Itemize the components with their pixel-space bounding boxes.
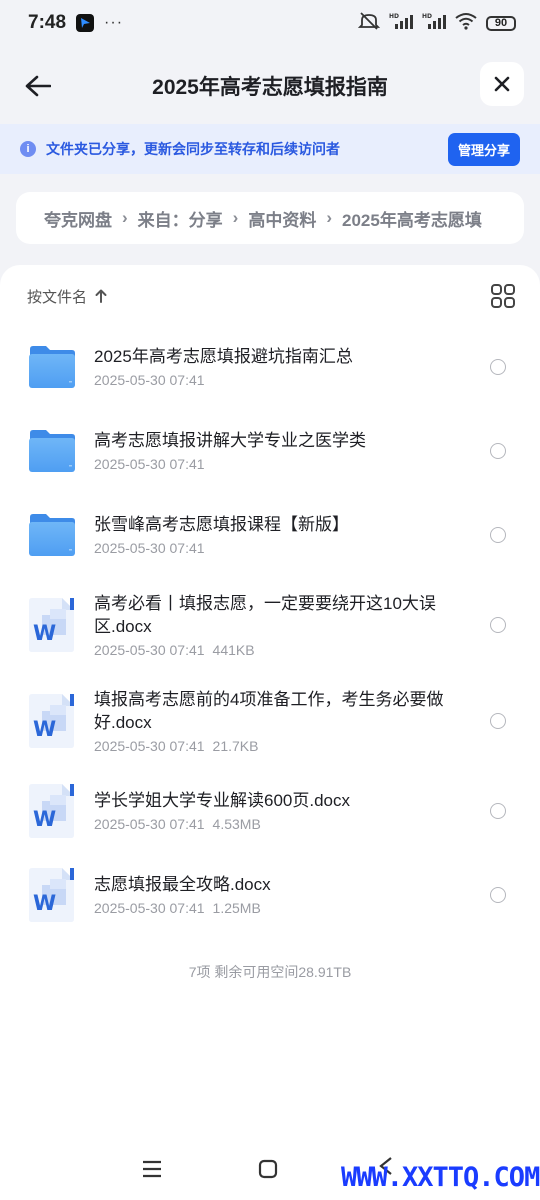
svg-text:W: W [33,891,56,915]
file-meta: 2025-05-30 07:41 [94,456,450,472]
file-size: 1.25MB [212,900,261,916]
signal-icon: HD [422,12,446,35]
breadcrumb-item-highschool[interactable]: 高中资料 [248,206,316,231]
close-icon [494,76,510,92]
svg-text:HD: HD [389,13,399,20]
word-doc-icon: W [28,693,76,754]
select-radio[interactable] [490,526,506,543]
mute-icon [357,11,381,36]
select-radio[interactable] [490,886,506,903]
arrow-left-icon [25,75,51,97]
file-name: 学长学姐大学专业解读600页.docx [94,791,350,810]
file-size: 441KB [212,641,255,658]
back-button[interactable] [18,66,58,106]
breadcrumb-item-current: 2025年高考志愿填 [342,210,482,230]
word-doc-icon: W [28,597,76,658]
header: 2025年高考志愿填报指南 [0,46,540,126]
select-radio[interactable] [490,616,506,633]
folder-icon [28,429,76,478]
file-size: 4.53MB [212,816,261,832]
grid-view-icon[interactable] [490,283,516,309]
word-doc-icon: W [28,783,76,844]
folder-icon [28,345,76,394]
file-meta: 2025-05-30 07:41 [94,540,450,556]
sort-button[interactable]: 按文件名 [27,286,107,307]
chevron-right-icon: › [232,208,239,227]
file-name: 张雪峰高考志愿填报课程【新版】 [94,515,349,534]
file-list-item[interactable]: 2025年高考志愿填报避坑指南汇总 2025-05-30 07:41 [0,325,540,409]
select-radio[interactable] [490,442,506,459]
file-meta: 2025-05-30 07:41 441KB [94,642,450,658]
sort-label: 按文件名 [27,288,88,306]
file-date: 2025-05-30 07:41 [94,540,205,556]
file-meta: 2025-05-30 07:41 [94,372,450,388]
file-date: 2025-05-30 07:41 [94,737,205,754]
svg-text:W: W [33,717,56,741]
app-icon [76,14,95,32]
wifi-icon [455,12,477,35]
file-meta: 2025-05-30 07:41 4.53MB [94,816,450,832]
file-list-item[interactable]: 高考志愿填报讲解大学专业之医学类 2025-05-30 07:41 [0,409,540,493]
chevron-right-icon: › [326,208,333,227]
folder-icon [28,513,76,562]
close-button[interactable] [480,62,524,106]
more-notifications-icon: ··· [104,14,124,31]
file-meta: 2025-05-30 07:41 21.7KB [94,738,450,754]
file-date: 2025-05-30 07:41 [94,816,205,832]
file-text: 志愿填报最全攻略.docx 2025-05-30 07:41 1.25MB [94,873,450,916]
manage-share-button[interactable]: 管理分享 [447,132,520,166]
file-date: 2025-05-30 07:41 [94,372,205,388]
arrow-up-icon [95,289,107,303]
menu-icon[interactable] [142,1160,162,1178]
file-panel: 按文件名 2025年高考志愿填报避坑指南汇总 2025-05-30 07:41 高考… [0,265,540,1200]
file-text: 2025年高考志愿填报避坑指南汇总 2025-05-30 07:41 [94,345,450,388]
file-list-item[interactable]: W 志愿填报最全攻略.docx 2025-05-30 07:41 1.25MB [0,853,540,937]
file-meta: 2025-05-30 07:41 1.25MB [94,900,450,916]
svg-text:W: W [33,621,56,645]
file-text: 高考志愿填报讲解大学专业之医学类 2025-05-30 07:41 [94,429,450,472]
breadcrumb: 夸克网盘 › 来自：分享 › 高中资料 › 2025年高考志愿填 [16,192,524,244]
svg-text:HD: HD [422,13,432,20]
signal-icon: HD [389,12,413,35]
chevron-right-icon: › [122,208,128,227]
select-radio[interactable] [490,712,506,729]
file-date: 2025-05-30 07:41 [94,641,205,658]
select-radio[interactable] [490,358,506,375]
page-title: 2025年高考志愿填报指南 [152,76,388,99]
file-list-item[interactable]: 张雪峰高考志愿填报课程【新版】 2025-05-30 07:41 [0,493,540,577]
share-banner-text: 文件夹已分享，更新会同步至转存和后续访问者 [46,141,340,157]
status-time: 7:48 [28,12,67,33]
file-text: 高考必看丨填报志愿，一定要要绕开这10大误区.docx 2025-05-30 07… [94,592,450,658]
status-bar: 7:48 ··· HD HD 90 [0,0,540,46]
file-text: 张雪峰高考志愿填报课程【新版】 2025-05-30 07:41 [94,513,450,556]
sort-bar: 按文件名 [27,279,516,313]
watermark: WWW.XXTTQ.COM [341,1162,540,1193]
file-list-item[interactable]: W 高考必看丨填报志愿，一定要要绕开这10大误区.docx 2025-05-30 0… [0,577,540,673]
battery-icon: 90 [486,15,516,31]
word-doc-icon: W [28,867,76,928]
file-list-item[interactable]: W 填报高考志愿前的4项准备工作，考生务必要做好.docx 2025-05-30 0… [0,673,540,769]
file-text: 填报高考志愿前的4项准备工作，考生务必要做好.docx 2025-05-30 07… [94,688,450,754]
file-name: 高考志愿填报讲解大学专业之医学类 [94,431,366,450]
file-list-item[interactable]: W 学长学姐大学专业解读600页.docx 2025-05-30 07:41 4.53… [0,769,540,853]
home-icon[interactable] [258,1159,278,1179]
breadcrumb-item-root[interactable]: 夸克网盘 [44,206,112,231]
file-size: 21.7KB [212,737,259,754]
file-name: 高考必看丨填报志愿，一定要要绕开这10大误区.docx [94,593,436,636]
file-name: 填报高考志愿前的4项准备工作，考生务必要做好.docx [94,689,444,732]
file-date: 2025-05-30 07:41 [94,900,205,916]
breadcrumb-item-shared[interactable]: 来自：分享 [138,206,223,231]
select-radio[interactable] [490,802,506,819]
file-text: 学长学姐大学专业解读600页.docx 2025-05-30 07:41 4.53M… [94,789,450,832]
svg-text:W: W [33,807,56,831]
storage-info: 7项 剩余可用空间28.91TB [188,964,352,980]
file-name: 2025年高考志愿填报避坑指南汇总 [94,347,353,366]
share-banner: i 文件夹已分享，更新会同步至转存和后续访问者 管理分享 [0,124,540,174]
info-icon: i [20,141,36,157]
file-date: 2025-05-30 07:41 [94,456,205,472]
file-name: 志愿填报最全攻略.docx [94,875,271,894]
